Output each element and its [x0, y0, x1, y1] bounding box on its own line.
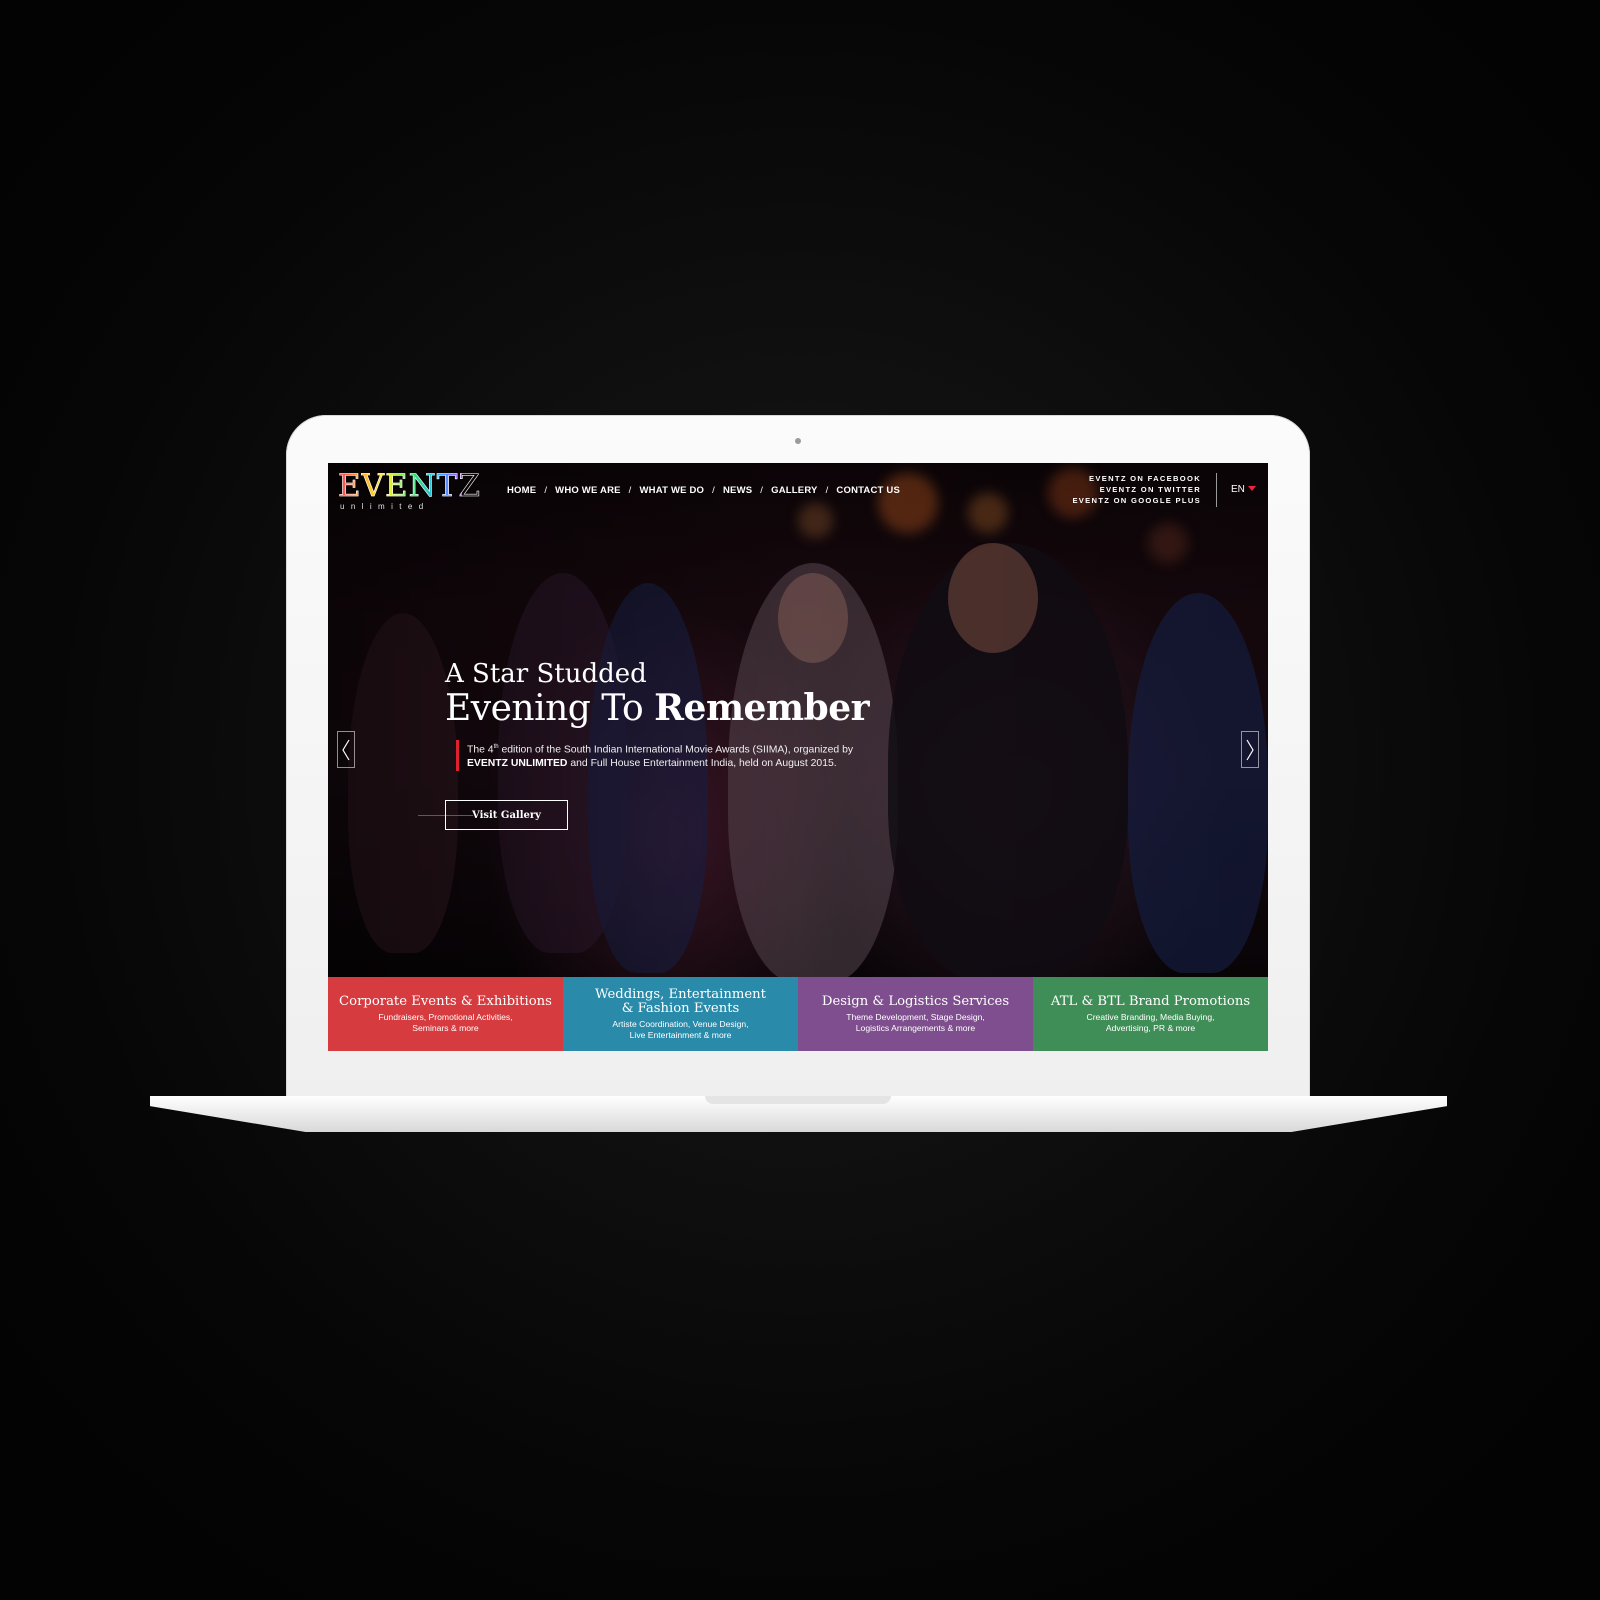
- facebook-link[interactable]: EVENTZ ON FACEBOOK: [1072, 473, 1201, 484]
- nav-home[interactable]: HOME: [507, 485, 536, 496]
- service-tiles: Corporate Events & Exhibitions Fundraise…: [328, 977, 1268, 1051]
- chevron-left-icon: [342, 739, 350, 760]
- hero-headline-regular: Evening To: [445, 688, 655, 729]
- chevron-right-icon: [1246, 739, 1254, 760]
- hero-headline-line1: A Star Studded: [445, 659, 647, 689]
- main-nav: HOME / WHO WE ARE / WHAT WE DO / NEWS / …: [507, 485, 900, 496]
- laptop-base: [150, 1096, 1447, 1132]
- service-tile-design[interactable]: Design & Logistics Services Theme Develo…: [798, 977, 1033, 1051]
- hero-description: The 4th edition of the South Indian Inte…: [456, 740, 887, 772]
- twitter-link[interactable]: EVENTZ ON TWITTER: [1072, 484, 1201, 495]
- hero-headline-line2: Evening To Remember: [445, 687, 870, 729]
- service-tile-corporate[interactable]: Corporate Events & Exhibitions Fundraise…: [328, 977, 563, 1051]
- brand-logo[interactable]: EVENTZ unlimited: [338, 468, 481, 515]
- google-plus-link[interactable]: EVENTZ ON GOOGLE PLUS: [1072, 495, 1201, 506]
- caret-down-icon: [1247, 486, 1256, 491]
- hero-banner: EVENTZ unlimited HOME / WHO WE ARE / WHA…: [328, 463, 1268, 977]
- service-tile-brand[interactable]: ATL & BTL Brand Promotions Creative Bran…: [1033, 977, 1268, 1051]
- nav-what-we-do[interactable]: WHAT WE DO: [640, 485, 705, 496]
- service-tile-weddings[interactable]: Weddings, Entertainment & Fashion Events…: [563, 977, 798, 1051]
- service-title: Weddings, Entertainment & Fashion Events: [595, 987, 766, 1016]
- nav-news[interactable]: NEWS: [723, 485, 752, 496]
- nav-separator: /: [544, 485, 548, 496]
- brand-name: EVENTZ: [338, 468, 481, 504]
- social-links: EVENTZ ON FACEBOOK EVENTZ ON TWITTER EVE…: [1072, 473, 1201, 506]
- language-label: EN: [1231, 484, 1245, 495]
- service-subtitle: Theme Development, Stage Design, Logisti…: [846, 1012, 985, 1033]
- hero-headline: A Star Studded Evening To Remember: [445, 659, 870, 729]
- visit-gallery-button[interactable]: Visit Gallery: [445, 800, 568, 830]
- nav-gallery[interactable]: GALLERY: [771, 485, 817, 496]
- service-title: Corporate Events & Exhibitions: [339, 994, 552, 1009]
- desc-bold: EVENTZ UNLIMITED: [467, 758, 568, 770]
- service-title: ATL & BTL Brand Promotions: [1050, 994, 1251, 1009]
- hero-headline-bold: Remember: [654, 687, 870, 729]
- service-subtitle: Artiste Coordination, Venue Design, Live…: [612, 1019, 749, 1040]
- desc-part3: and Full House Entertainment India, held…: [567, 758, 837, 770]
- desc-part1: The 4: [467, 744, 494, 756]
- header-divider: [1216, 473, 1217, 507]
- nav-who-we-are[interactable]: WHO WE ARE: [555, 485, 621, 496]
- slider-prev-button[interactable]: [337, 731, 355, 768]
- nav-separator: /: [628, 485, 632, 496]
- nav-separator: /: [825, 485, 829, 496]
- webcam-icon: [795, 438, 801, 444]
- laptop-notch: [705, 1096, 891, 1104]
- service-title: Design & Logistics Services: [821, 994, 1010, 1009]
- nav-separator: /: [760, 485, 764, 496]
- service-subtitle: Fundraisers, Promotional Activities, Sem…: [378, 1012, 513, 1033]
- nav-contact-us[interactable]: CONTACT US: [836, 485, 900, 496]
- website-screen: EVENTZ unlimited HOME / WHO WE ARE / WHA…: [328, 463, 1268, 1051]
- nav-separator: /: [712, 485, 715, 496]
- desc-part2: edition of the South Indian Internationa…: [498, 744, 854, 756]
- slider-next-button[interactable]: [1241, 731, 1259, 768]
- language-selector[interactable]: EN: [1231, 484, 1256, 495]
- service-subtitle: Creative Branding, Media Buying, Adverti…: [1086, 1012, 1215, 1033]
